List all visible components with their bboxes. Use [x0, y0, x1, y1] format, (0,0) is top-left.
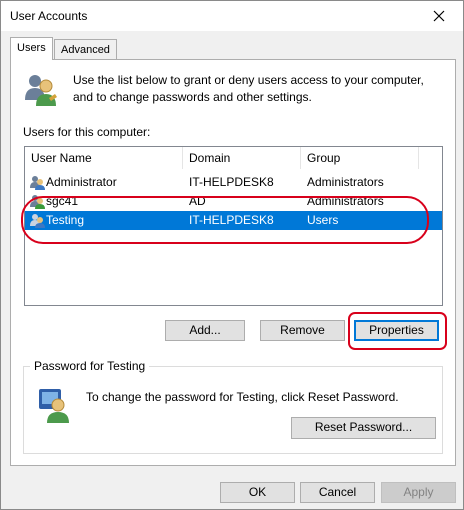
users-tab-panel: Use the list below to grant or deny user… — [10, 59, 456, 466]
user-icon — [30, 214, 45, 228]
column-header-user-name[interactable]: User Name — [25, 147, 183, 169]
info-text: Use the list below to grant or deny user… — [73, 73, 424, 104]
window-title: User Accounts — [10, 9, 88, 23]
list-header: User Name Domain Group — [25, 147, 442, 169]
user-icon — [30, 195, 45, 209]
title-bar: User Accounts — [1, 1, 463, 31]
apply-button[interactable]: Apply — [381, 482, 456, 503]
user-name-cell: Testing — [46, 213, 85, 227]
user-name-cell: Administrator — [46, 175, 117, 189]
ok-button[interactable]: OK — [220, 482, 295, 503]
password-user-icon — [39, 389, 69, 423]
users-list[interactable]: User Name Domain Group Administrator IT-… — [24, 146, 443, 306]
column-header-group[interactable]: Group — [301, 147, 419, 169]
close-button[interactable] — [417, 1, 463, 31]
users-list-label: Users for this computer: — [23, 125, 151, 139]
cancel-button[interactable]: Cancel — [300, 482, 375, 503]
password-group-title: Password for Testing — [30, 359, 150, 373]
group-cell: Administrators — [307, 194, 384, 208]
column-header-domain[interactable]: Domain — [183, 147, 301, 169]
remove-user-button[interactable]: Remove — [260, 320, 345, 341]
group-cell: Administrators — [307, 175, 384, 189]
user-name-cell: sgc41 — [46, 194, 79, 208]
table-row-selected[interactable]: Testing IT-HELPDESK8 Users — [25, 211, 442, 230]
password-groupbox: Password for Testing To change the passw… — [23, 359, 443, 454]
domain-cell: AD — [189, 194, 206, 208]
properties-button[interactable]: Properties — [354, 320, 439, 341]
user-icon — [30, 176, 45, 190]
group-cell: Users — [307, 213, 339, 227]
tab-advanced[interactable]: Advanced — [54, 39, 117, 60]
user-accounts-window: User Accounts Users Advanced Use the lis… — [0, 0, 464, 510]
users-icon — [25, 75, 57, 106]
password-help-text: To change the password for Testing, clic… — [86, 390, 399, 404]
table-row[interactable]: Administrator IT-HELPDESK8 Administrator… — [25, 173, 442, 192]
close-icon — [433, 10, 445, 22]
tab-users[interactable]: Users — [10, 37, 53, 60]
table-row[interactable]: sgc41 AD Administrators — [25, 192, 442, 211]
reset-password-button[interactable]: Reset Password... — [291, 417, 436, 439]
domain-cell: IT-HELPDESK8 — [189, 213, 274, 227]
add-user-button[interactable]: Add... — [165, 320, 245, 341]
domain-cell: IT-HELPDESK8 — [189, 175, 274, 189]
